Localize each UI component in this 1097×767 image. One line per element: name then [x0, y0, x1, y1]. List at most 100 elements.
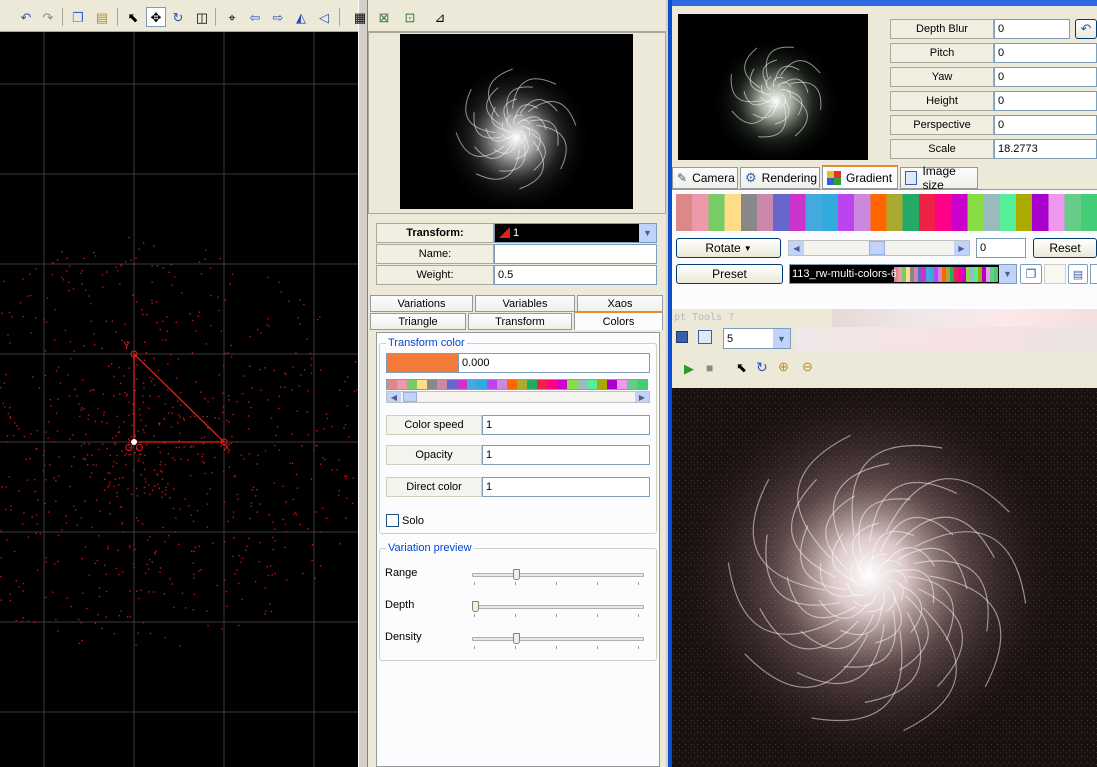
fractal-point: [313, 449, 315, 451]
slider-thumb-density[interactable]: [513, 633, 520, 644]
flip-icon[interactable]: ⌖: [222, 7, 242, 27]
tab-rendering[interactable]: ⚙ Rendering: [740, 167, 820, 189]
copy-gradient-icon[interactable]: ❐: [1020, 264, 1042, 284]
scroll-thumb[interactable]: [869, 241, 885, 255]
solo-checkbox-row[interactable]: Solo: [386, 514, 424, 527]
select-pointer-icon[interactable]: ⬉: [736, 360, 747, 376]
scroll-left-icon[interactable]: ◀: [387, 392, 401, 402]
chevron-down-icon[interactable]: ▼: [773, 329, 790, 348]
snap-icon[interactable]: ⊠: [374, 7, 394, 27]
fractal-point: [93, 343, 96, 346]
gradient-scrollbar[interactable]: ◀ ▶: [386, 391, 650, 403]
rotate-scrollbar[interactable]: ◀ ▶: [788, 240, 970, 256]
mirror-left-icon[interactable]: ◁: [314, 7, 334, 27]
zoom-out-icon[interactable]: ⊖: [802, 359, 813, 375]
main-flame-render[interactable]: [672, 388, 1097, 767]
grid-icon[interactable]: ▦: [350, 7, 370, 27]
render-play-icon[interactable]: ▶: [684, 361, 694, 377]
prop-field-perspective[interactable]: 0: [994, 115, 1097, 135]
slider-thumb-depth[interactable]: [472, 601, 479, 612]
tab-camera[interactable]: ✎ Camera: [672, 167, 738, 189]
reset-button[interactable]: Reset: [1033, 238, 1097, 258]
color-speed-field[interactable]: 1: [482, 415, 650, 435]
transform-triangle[interactable]: [133, 352, 226, 443]
color-gradient-strip[interactable]: [386, 379, 648, 390]
tab-triangle[interactable]: Triangle: [370, 313, 466, 330]
tab-xaos[interactable]: Xaos: [577, 295, 663, 312]
scroll-left-icon[interactable]: ◀: [789, 241, 804, 255]
tab-colors[interactable]: Colors: [574, 311, 663, 330]
prop-field-yaw[interactable]: 0: [994, 67, 1097, 87]
chevron-down-icon[interactable]: ▼: [639, 224, 656, 242]
preset-button[interactable]: Preset: [676, 264, 783, 284]
triangle-editor-canvas[interactable]: Y X O O: [0, 32, 358, 767]
mirror-icon[interactable]: ◭: [291, 7, 311, 27]
tab-gradient[interactable]: Gradient: [822, 165, 898, 189]
preview-density-combo[interactable]: 5 ▼: [723, 328, 791, 349]
scale-icon[interactable]: ◫: [192, 7, 212, 27]
prop-field-depth-blur[interactable]: 0: [994, 19, 1070, 39]
fractal-point: [78, 403, 80, 405]
save-gradient-icon[interactable]: [1090, 264, 1097, 284]
fractal-point: [0, 386, 2, 389]
weight-field[interactable]: 0.5: [494, 265, 657, 285]
fractal-point: [292, 366, 294, 368]
gradient-preview-strip[interactable]: [676, 194, 1097, 231]
paste-icon[interactable]: ▤: [92, 7, 112, 27]
flip-right-icon[interactable]: ⇨: [268, 7, 288, 27]
transform-color-swatch[interactable]: [386, 353, 458, 373]
copy-icon[interactable]: ❐: [68, 7, 88, 27]
name-field[interactable]: [494, 244, 657, 264]
rotate-icon[interactable]: ↻: [756, 359, 768, 376]
solo-checkbox[interactable]: [386, 514, 399, 527]
tab-variations[interactable]: Variations: [370, 295, 473, 312]
fractal-point: [134, 263, 136, 265]
direct-color-field[interactable]: 1: [482, 477, 650, 497]
gear-icon: ⚙: [745, 170, 757, 185]
transform-selector[interactable]: 1 ▼: [494, 223, 657, 243]
pivot-icon[interactable]: ⊿: [430, 7, 450, 27]
flip-left-icon[interactable]: ⇦: [245, 7, 265, 27]
fractal-point: [163, 592, 166, 595]
prop-field-pitch[interactable]: 0: [994, 43, 1097, 63]
blank-button[interactable]: [1044, 264, 1066, 284]
rotate-icon[interactable]: ↻: [168, 7, 188, 27]
paste-gradient-icon[interactable]: ▤: [1068, 264, 1088, 284]
fractal-point: [95, 464, 97, 467]
rotate-dropdown-button[interactable]: Rotate ▼: [676, 238, 781, 258]
scroll-thumb[interactable]: [403, 392, 417, 402]
rotate-value-field[interactable]: 0: [976, 238, 1026, 258]
panel-splitter[interactable]: [358, 0, 368, 767]
tab-variables[interactable]: Variables: [475, 295, 575, 312]
scroll-right-icon[interactable]: ▶: [635, 392, 649, 402]
tab-image-size[interactable]: Image size: [900, 164, 978, 192]
preset-selector[interactable]: 113_rw-multi-colors-6 ▼: [789, 264, 1017, 284]
opacity-field[interactable]: 1: [482, 445, 650, 465]
slider-track[interactable]: [472, 573, 644, 577]
prop-field-scale[interactable]: 18.2773: [994, 139, 1097, 159]
redo-icon[interactable]: ↷: [38, 7, 58, 27]
slider-track[interactable]: [472, 605, 644, 609]
snap-grid-icon[interactable]: ⊡: [400, 7, 420, 27]
chevron-down-icon[interactable]: ▼: [999, 265, 1016, 283]
fractal-point: [138, 457, 140, 460]
slider-thumb-range[interactable]: [513, 569, 520, 580]
move-icon[interactable]: ✥: [146, 7, 166, 27]
undo-icon[interactable]: ↶: [16, 7, 36, 27]
stop-icon[interactable]: ■: [706, 361, 713, 375]
menu-text-partial[interactable]: pt Tools ?: [674, 312, 734, 323]
combo-value: 5: [727, 332, 734, 345]
slider-track[interactable]: [472, 637, 644, 641]
prop-field-height[interactable]: 0: [994, 91, 1097, 111]
transform-color-value[interactable]: 0.000: [458, 353, 650, 373]
select-pointer-icon[interactable]: ⬉: [123, 7, 143, 27]
scroll-right-icon[interactable]: ▶: [954, 241, 969, 255]
tab-transform[interactable]: Transform: [468, 313, 572, 330]
undo-camera-icon[interactable]: ↶: [1075, 19, 1097, 39]
list-icon[interactable]: [698, 330, 712, 344]
zoom-in-icon[interactable]: ⊕: [778, 359, 789, 375]
fractal-point: [236, 569, 238, 571]
fractal-point: [344, 424, 347, 426]
back-icon[interactable]: [676, 331, 688, 343]
fractal-point: [128, 367, 130, 369]
